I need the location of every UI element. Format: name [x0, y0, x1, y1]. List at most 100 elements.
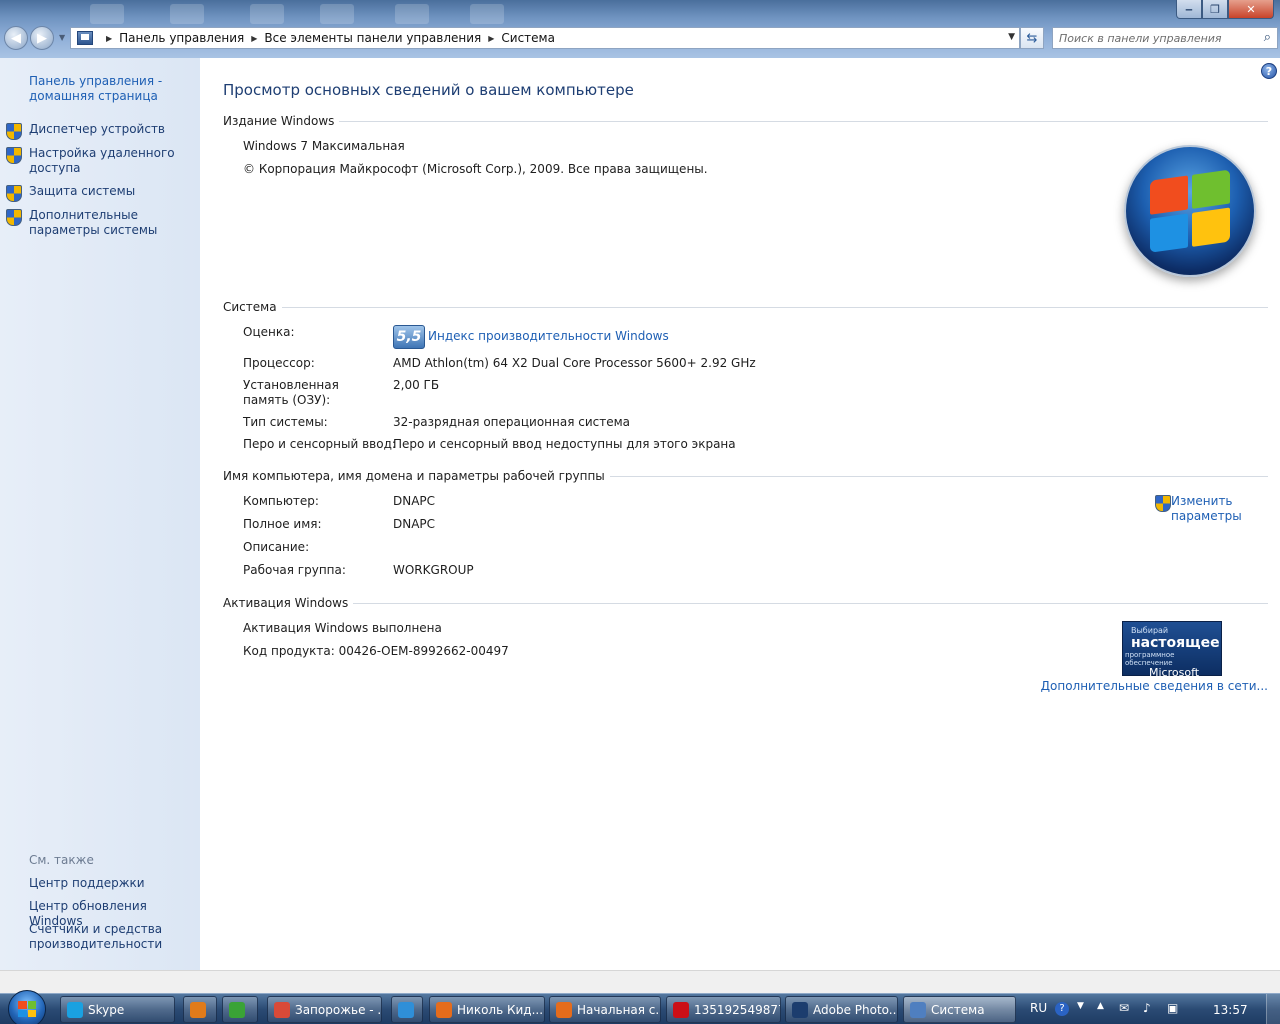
- ghost-icon: [90, 4, 124, 24]
- notification-icon[interactable]: ✉: [1119, 1001, 1129, 1015]
- workgroup-label: Рабочая группа:: [243, 563, 346, 577]
- close-button[interactable]: ✕: [1228, 0, 1274, 19]
- taskbar-button[interactable]: Skype: [60, 996, 175, 1023]
- chrome-icon: [274, 1001, 290, 1018]
- search-box[interactable]: ⌕: [1052, 27, 1278, 49]
- chevron-down-icon[interactable]: ▼: [1008, 32, 1015, 42]
- full-name-label: Полное имя:: [243, 517, 322, 531]
- window-title-bar: ‒ ❐ ✕ ◀ ▶ ▼ ▶ Панель управления ▶ Все эл…: [0, 0, 1280, 58]
- edition-name: Windows 7 Максимальная: [243, 139, 405, 153]
- taskbar-button-label: Adobe Photo...: [813, 1002, 898, 1017]
- windows-flag-icon: [1150, 169, 1232, 255]
- windows-flag-icon: [18, 1001, 36, 1017]
- taskbar-button[interactable]: 135192549877...: [666, 996, 781, 1023]
- volume-icon[interactable]: ♪: [1143, 1001, 1151, 1015]
- show-desktop-button[interactable]: [1266, 994, 1280, 1024]
- task-label[interactable]: Диспетчер устройств: [29, 122, 165, 138]
- left-navigation-pane: Панель управления - домашняя страница Ди…: [0, 58, 200, 970]
- task-advanced-settings[interactable]: Дополнительные параметры системы: [6, 208, 196, 238]
- taskbar-button[interactable]: Николь Кид...: [429, 996, 545, 1023]
- taskbar-button-label: Система: [931, 1002, 985, 1017]
- task-label[interactable]: Дополнительные параметры системы: [29, 208, 196, 238]
- address-bar[interactable]: ▶ Панель управления ▶ Все элементы панел…: [70, 27, 1020, 49]
- chevron-right-icon[interactable]: ▶: [251, 34, 257, 43]
- change-settings-label[interactable]: Изменить параметры: [1171, 494, 1242, 524]
- taskbar-button[interactable]: Adobe Photo...: [785, 996, 898, 1023]
- chevron-up-icon[interactable]: ▲: [1097, 1001, 1104, 1011]
- genuine-microsoft-badge[interactable]: Выбирай настоящее программное обеспечени…: [1122, 621, 1222, 679]
- firefox-icon: [556, 1001, 572, 1018]
- task-remote-settings[interactable]: Настройка удаленного доступа: [6, 146, 196, 176]
- change-settings-link[interactable]: Изменить параметры: [1155, 494, 1242, 524]
- task-label[interactable]: Настройка удаленного доступа: [29, 146, 196, 176]
- task-system-protection[interactable]: Защита системы: [6, 184, 196, 202]
- chevron-right-icon[interactable]: ▶: [488, 34, 494, 43]
- description-label: Описание:: [243, 540, 310, 554]
- processor-value: AMD Athlon(tm) 64 X2 Dual Core Processor…: [393, 356, 756, 370]
- system-tray: RU ? ▼ ▲ ✉ ♪ ▣ 13:57: [1025, 994, 1280, 1024]
- action-center-link[interactable]: Центр поддержки: [29, 876, 194, 891]
- taskbar-button[interactable]: [183, 996, 217, 1023]
- clock[interactable]: 13:57: [1213, 1003, 1248, 1017]
- wei-score-badge[interactable]: 5,5: [393, 325, 425, 349]
- taskbar-button[interactable]: Начальная с...: [549, 996, 661, 1023]
- maximize-button[interactable]: ❐: [1202, 0, 1228, 19]
- refresh-button[interactable]: ⇆: [1020, 27, 1044, 49]
- section-header: Активация Windows: [223, 596, 349, 610]
- uac-shield-icon: [6, 147, 22, 164]
- forward-button[interactable]: ▶: [30, 26, 54, 50]
- arrow-right-icon: ▶: [37, 30, 47, 46]
- search-icon[interactable]: ⌕: [1264, 30, 1271, 45]
- opera-icon: [673, 1001, 689, 1018]
- uac-shield-icon: [6, 123, 22, 140]
- ghost-icon: [320, 4, 354, 24]
- taskbar-button[interactable]: [391, 996, 423, 1023]
- k-app-icon: [398, 1001, 414, 1018]
- more-info-online-link[interactable]: Дополнительные сведения в сети...: [1041, 679, 1268, 693]
- pen-touch-value: Перо и сенсорный ввод недоступны для это…: [393, 437, 736, 451]
- section-activation: Активация Windows: [223, 596, 1268, 610]
- breadcrumb-control-panel[interactable]: Панель управления: [119, 31, 244, 45]
- network-icon[interactable]: ▣: [1167, 1001, 1178, 1015]
- minimize-button[interactable]: ‒: [1176, 0, 1202, 19]
- taskbar-button[interactable]: [222, 996, 258, 1023]
- back-button[interactable]: ◀: [4, 26, 28, 50]
- taskbar-button[interactable]: Система: [903, 996, 1016, 1023]
- wei-link[interactable]: Индекс производительности Windows: [428, 329, 669, 343]
- breadcrumb-system[interactable]: Система: [501, 31, 555, 45]
- product-id: Код продукта: 00426-OEM-8992662-00497: [243, 644, 509, 658]
- section-header: Система: [223, 300, 277, 314]
- chevron-right-icon[interactable]: ▶: [106, 34, 112, 43]
- breadcrumb-all-items[interactable]: Все элементы панели управления: [264, 31, 481, 45]
- section-system: Система: [223, 300, 1268, 314]
- search-input[interactable]: [1059, 29, 1259, 47]
- performance-tools-link[interactable]: Счетчики и средства производительности: [29, 922, 194, 952]
- control-panel-home-link[interactable]: Панель управления - домашняя страница: [29, 74, 189, 104]
- start-button[interactable]: [8, 990, 46, 1024]
- recent-pages-dropdown[interactable]: ▼: [59, 33, 65, 42]
- memory-label: Установленная память (ОЗУ):: [243, 378, 339, 407]
- language-indicator[interactable]: RU: [1030, 1001, 1047, 1015]
- section-windows-edition: Издание Windows: [223, 114, 1268, 128]
- taskbar-button[interactable]: Запорожье - ...: [267, 996, 382, 1023]
- skype-icon: [67, 1001, 83, 1018]
- section-header: Имя компьютера, имя домена и параметры р…: [223, 469, 605, 483]
- full-name-value: DNAPC: [393, 517, 436, 531]
- uac-shield-icon: [6, 209, 22, 226]
- photoshop-icon: [792, 1001, 808, 1018]
- processor-label: Процессор:: [243, 356, 315, 370]
- firefox-icon: [436, 1001, 452, 1018]
- system-type-label: Тип системы:: [243, 415, 328, 429]
- help-icon[interactable]: ?: [1055, 1002, 1069, 1016]
- ghost-icon: [170, 4, 204, 24]
- section-header: Издание Windows: [223, 114, 335, 128]
- activation-status: Активация Windows выполнена: [243, 621, 442, 635]
- task-label[interactable]: Защита системы: [29, 184, 135, 200]
- uac-shield-icon: [1155, 495, 1171, 512]
- task-device-manager[interactable]: Диспетчер устройств: [6, 122, 196, 140]
- help-icon[interactable]: ?: [1261, 63, 1277, 79]
- chevron-down-icon[interactable]: ▼: [1077, 1001, 1084, 1011]
- taskbar-button-label: 135192549877...: [694, 1002, 780, 1017]
- taskbar-button-label: Начальная с...: [577, 1002, 661, 1017]
- taskbar: Skype Запорожье - ... Николь Кид... Начальн…: [0, 990, 1280, 1024]
